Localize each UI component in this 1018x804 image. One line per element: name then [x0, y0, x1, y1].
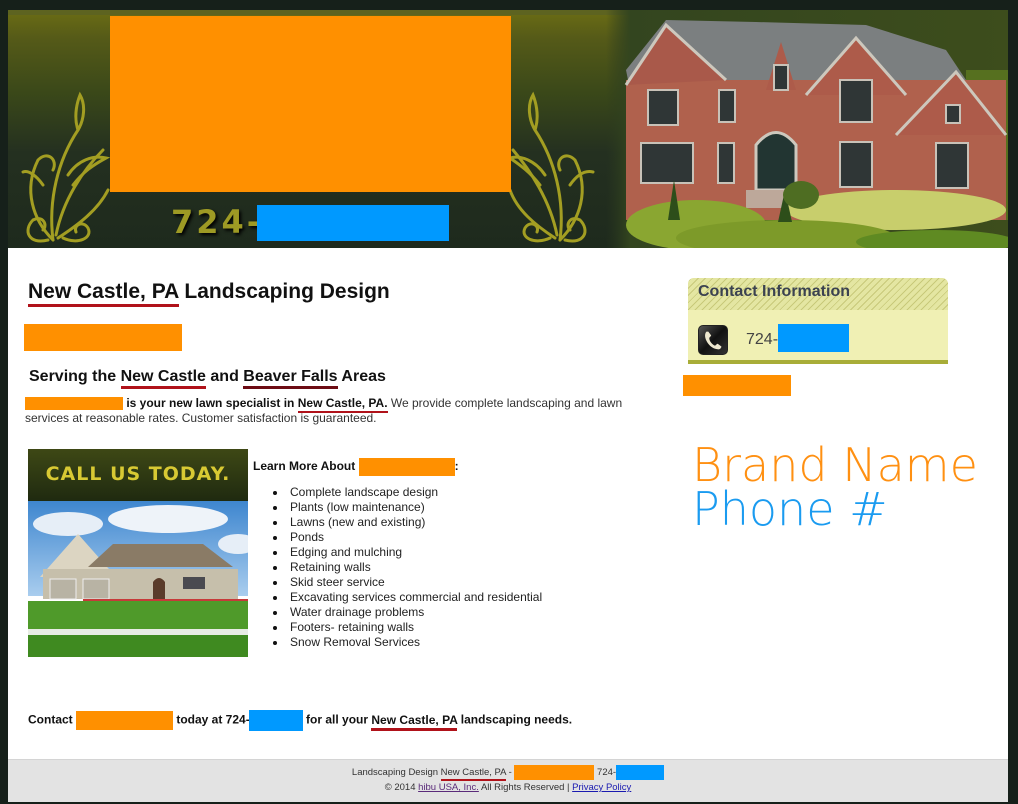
- call-us-text: CALL US TODAY.: [46, 463, 231, 485]
- list-item: Complete landscape design: [273, 485, 542, 500]
- contact-phone[interactable]: 724-: [746, 331, 778, 349]
- intro-paragraph: is your new lawn specialist in New Castl…: [25, 396, 623, 425]
- service-areas-heading: Serving the New Castle and Beaver Falls …: [29, 368, 386, 389]
- bullet-icon: [273, 551, 277, 555]
- list-item: Footers- retaining walls: [273, 620, 542, 635]
- list-item: Skid steer service: [273, 575, 542, 590]
- business-name-redacted: [25, 397, 123, 411]
- title-location-link[interactable]: New Castle, PA: [28, 280, 179, 307]
- header-banner: 724-: [8, 10, 1008, 248]
- phone-redacted: [616, 765, 665, 780]
- list-item: Lawns (new and existing): [273, 515, 542, 530]
- bullet-icon: [273, 596, 277, 600]
- bullet-icon: [273, 641, 277, 645]
- bullet-icon: [273, 506, 277, 510]
- company-link[interactable]: hibu USA, Inc.: [418, 782, 479, 793]
- beaver-falls-link[interactable]: Beaver Falls: [243, 368, 338, 389]
- contact-location-link[interactable]: New Castle, PA: [371, 712, 458, 731]
- call-us-today-image[interactable]: CALL US TODAY.: [28, 449, 248, 657]
- footer: Landscaping Design New Castle, PA - 724-…: [8, 759, 1008, 802]
- list-item: Excavating services commercial and resid…: [273, 590, 542, 605]
- services-list: Complete landscape design Plants (low ma…: [273, 485, 542, 650]
- list-item: Snow Removal Services: [273, 635, 542, 650]
- banner-phone: 724-: [171, 203, 264, 241]
- house-photo: [606, 10, 1008, 248]
- bullet-icon: [273, 536, 277, 540]
- business-name-redacted: [76, 711, 173, 730]
- bullet-icon: [273, 521, 277, 525]
- footer-line-2: © 2014 hibu USA, Inc. All Rights Reserve…: [384, 782, 632, 794]
- list-item: Water drainage problems: [273, 605, 542, 620]
- contact-cta: Contact today at 724- for all your New C…: [28, 710, 572, 731]
- business-name-redacted: [24, 324, 182, 351]
- new-castle-link[interactable]: New Castle: [120, 368, 206, 389]
- page: 724- New Castle, PA Landscaping Design S…: [8, 10, 1008, 802]
- bullet-icon: [273, 491, 277, 495]
- brand-name: Brand Name: [692, 438, 978, 492]
- phone-redacted: [248, 710, 303, 731]
- sidebar-redacted: [683, 375, 791, 396]
- footer-location-link[interactable]: New Castle, PA: [440, 767, 506, 782]
- flourish-right-icon: [506, 91, 595, 243]
- bullet-icon: [273, 626, 277, 630]
- contact-info-title: Contact Information: [688, 278, 948, 310]
- list-item: Ponds: [273, 530, 542, 545]
- bullet-icon: [273, 611, 277, 615]
- bullet-icon: [273, 566, 277, 570]
- banner-phone-redacted: [257, 205, 449, 241]
- brand-phone: Phone #: [692, 482, 888, 536]
- list-item: Retaining walls: [273, 560, 542, 575]
- business-name-redacted: [514, 765, 595, 780]
- phone-redacted: [778, 324, 849, 352]
- flourish-left-icon: [21, 91, 111, 243]
- list-item: Plants (low maintenance): [273, 500, 542, 515]
- footer-line-1: Landscaping Design New Castle, PA - 724-: [8, 765, 1008, 782]
- contact-info-box: Contact Information 724-: [688, 278, 948, 364]
- logo-redacted[interactable]: [110, 16, 511, 192]
- bullet-icon: [273, 581, 277, 585]
- list-item: Edging and mulching: [273, 545, 542, 560]
- brand-placeholder: Brand Name Phone #: [692, 438, 978, 536]
- phone-icon: [698, 325, 728, 355]
- page-title: New Castle, PA Landscaping Design: [28, 280, 390, 307]
- business-name-redacted: [358, 458, 455, 476]
- learn-more-heading: Learn More About :: [253, 458, 459, 476]
- privacy-policy-link[interactable]: Privacy Policy: [572, 782, 631, 793]
